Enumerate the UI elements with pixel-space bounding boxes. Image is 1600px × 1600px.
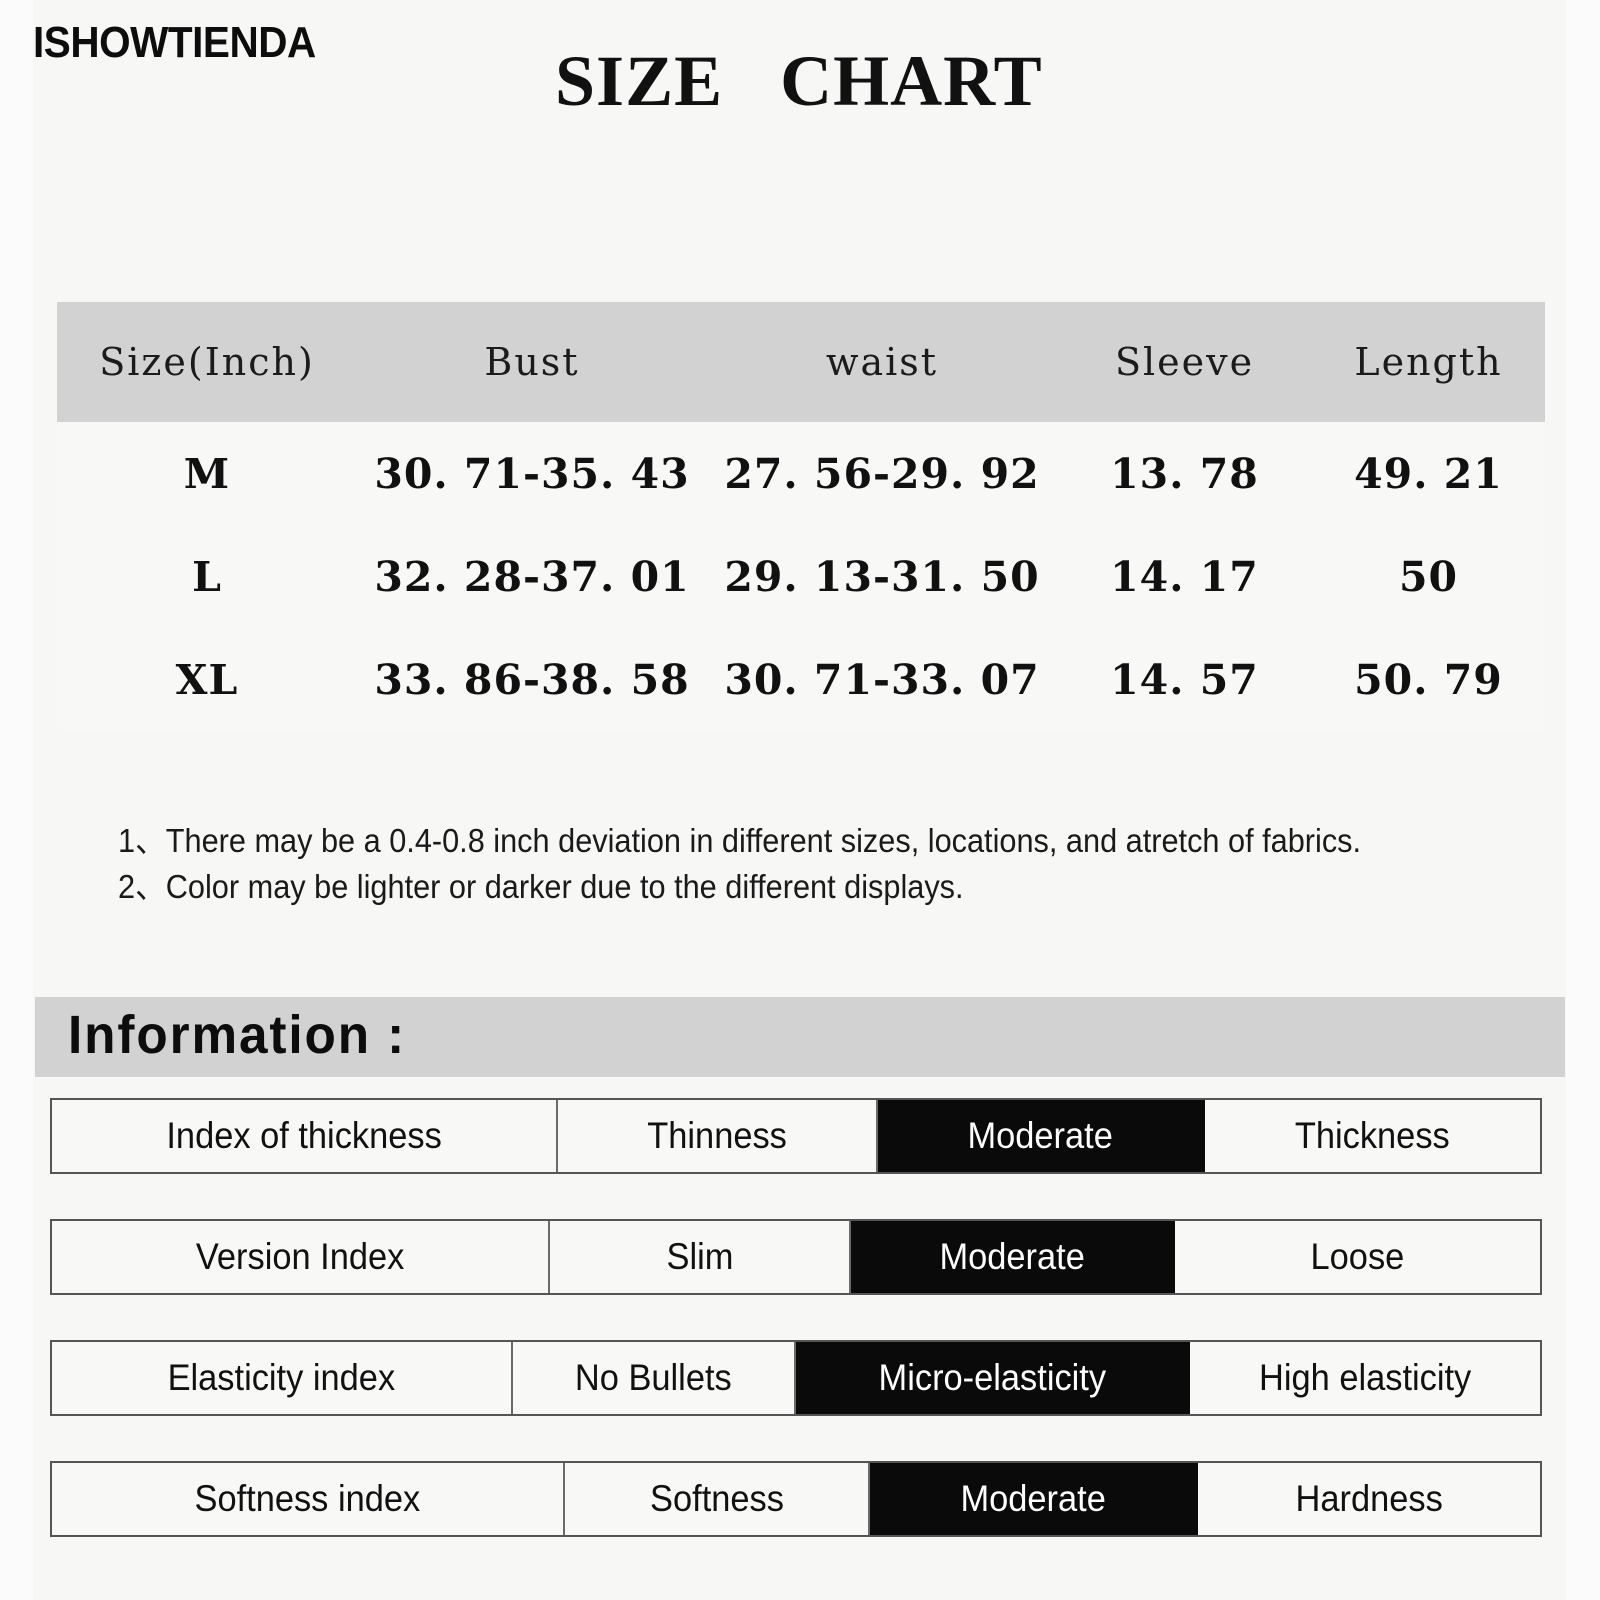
info-option-high-elasticity[interactable]: High elasticity [1190,1342,1540,1414]
information-rows: Index of thickness Thinness Moderate Thi… [50,1098,1542,1582]
cell-bust: 33. 86-38. 58 [374,655,690,704]
table-row: XL 33. 86-38. 58 30. 71-33. 07 14. 57 50… [57,628,1545,731]
cell-size: L [192,552,222,601]
info-option-softness[interactable]: Softness [565,1463,871,1535]
info-row-thickness: Index of thickness Thinness Moderate Thi… [50,1098,1542,1174]
info-row-label-softness: Softness index [52,1463,566,1535]
column-header-waist: waist [825,340,939,384]
column-header-size: Size(Inch) [99,340,315,384]
cell-waist: 30. 71-33. 07 [724,655,1040,704]
size-chart-page: ISHOWTIENDA SIZE CHART Size(Inch) Bust w… [0,0,1600,1600]
size-notes: 1、There may be a 0.4-0.8 inch deviation … [118,818,1518,910]
information-section-band: Information : [35,997,1565,1077]
right-margin-strip [1566,0,1600,1600]
cell-waist: 27. 56-29. 92 [724,449,1040,498]
page-title: SIZE CHART [555,41,1043,121]
note-line-2: 2、Color may be lighter or darker due to … [118,868,964,905]
left-margin-strip [0,0,33,1600]
cell-waist: 29. 13-31. 50 [724,552,1040,601]
column-header-bust: Bust [484,340,580,384]
info-option-moderate-selected[interactable]: Moderate [851,1221,1176,1293]
size-chart-header: Size(Inch) Bust waist Sleeve Length [57,302,1545,422]
cell-size: XL [175,655,239,704]
info-option-thinness[interactable]: Thinness [558,1100,878,1172]
column-header-sleeve: Sleeve [1114,340,1255,384]
note-line-1: 1、There may be a 0.4-0.8 inch deviation … [118,822,1362,859]
info-option-loose[interactable]: Loose [1175,1221,1540,1293]
brand-logo-text: ISHOWTIENDA [33,18,316,67]
info-option-moderate-selected[interactable]: Moderate [877,1100,1206,1172]
info-row-elasticity: Elasticity index No Bullets Micro-elasti… [50,1340,1542,1416]
info-option-hardness[interactable]: Hardness [1198,1463,1540,1535]
cell-length: 50. 79 [1354,655,1503,704]
cell-sleeve: 14. 57 [1110,655,1259,704]
info-option-thickness[interactable]: Thickness [1205,1100,1540,1172]
size-chart-table: Size(Inch) Bust waist Sleeve Length M 30… [57,302,1545,731]
info-row-label-elasticity: Elasticity index [52,1342,514,1414]
column-header-length: Length [1354,340,1503,384]
information-heading: Information : [68,1005,407,1065]
info-row-version: Version Index Slim Moderate Loose [50,1219,1542,1295]
info-option-no-bullets[interactable]: No Bullets [513,1342,796,1414]
table-row: L 32. 28-37. 01 29. 13-31. 50 14. 17 50 [57,525,1545,628]
cell-sleeve: 14. 17 [1110,552,1259,601]
cell-length: 50 [1398,552,1459,601]
cell-bust: 32. 28-37. 01 [374,552,690,601]
info-option-micro-elasticity-selected[interactable]: Micro-elasticity [795,1342,1191,1414]
info-row-label-thickness: Index of thickness [52,1100,558,1172]
info-row-label-version: Version Index [52,1221,551,1293]
info-row-softness: Softness index Softness Moderate Hardnes… [50,1461,1542,1537]
info-option-slim[interactable]: Slim [550,1221,852,1293]
cell-length: 49. 21 [1354,449,1503,498]
size-chart-body: M 30. 71-35. 43 27. 56-29. 92 13. 78 49.… [57,422,1545,731]
cell-size: M [183,449,231,498]
table-row: M 30. 71-35. 43 27. 56-29. 92 13. 78 49.… [57,422,1545,525]
cell-sleeve: 13. 78 [1110,449,1259,498]
table-header-row: Size(Inch) Bust waist Sleeve Length [57,302,1545,422]
info-option-moderate-selected[interactable]: Moderate [870,1463,1198,1535]
cell-bust: 30. 71-35. 43 [374,449,690,498]
